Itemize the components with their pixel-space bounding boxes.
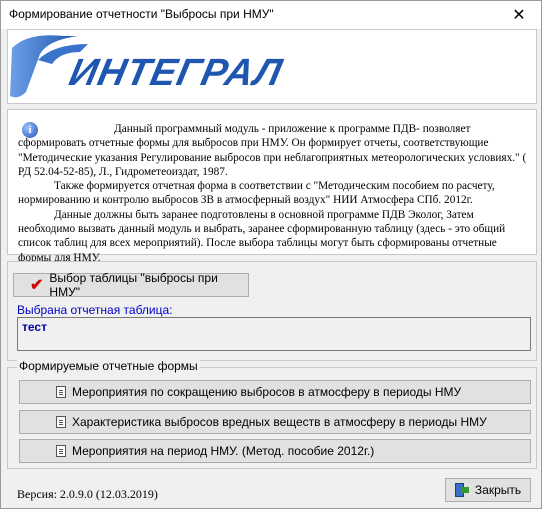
report-button-label: Мероприятия на период НМУ. (Метод. пособ… bbox=[72, 444, 375, 458]
title-bar[interactable]: Формирование отчетности "Выбросы при НМУ… bbox=[1, 1, 541, 29]
selected-table-field: тест bbox=[17, 317, 531, 351]
select-table-button-label: Выбор таблицы "выбросы при НМУ" bbox=[49, 271, 218, 299]
report-period-button[interactable]: Мероприятия на период НМУ. (Метод. пособ… bbox=[19, 439, 531, 463]
description-paragraph: Данные должны быть заранее подготовлены … bbox=[18, 208, 506, 264]
close-window-icon[interactable]: ✕ bbox=[497, 1, 541, 29]
checkmark-icon: ✔ bbox=[30, 277, 44, 294]
document-icon bbox=[56, 416, 66, 428]
description-paragraph: Также формируется отчетная форма в соотв… bbox=[18, 180, 495, 207]
document-icon bbox=[56, 386, 66, 398]
close-button[interactable]: Закрыть bbox=[445, 478, 531, 502]
version-label: Версия: 2.0.9.0 (12.03.2019) bbox=[17, 487, 158, 501]
description-text: Данный программный модуль - приложение к… bbox=[18, 122, 528, 265]
info-icon: i bbox=[22, 122, 38, 138]
report-forms-caption: Формируемые отчетные формы bbox=[17, 359, 200, 373]
main-window: Формирование отчетности "Выбросы при НМУ… bbox=[0, 0, 542, 509]
report-measures-button[interactable]: Мероприятия по сокращению выбросов в атм… bbox=[19, 380, 531, 404]
window-title: Формирование отчетности "Выбросы при НМУ… bbox=[9, 7, 274, 21]
selected-table-label: Выбрана отчетная таблица: bbox=[17, 303, 173, 317]
logo-text: ИНТЕГРАЛ bbox=[65, 52, 287, 94]
close-button-label: Закрыть bbox=[474, 483, 522, 497]
exit-icon bbox=[454, 483, 469, 497]
description-paragraph: Данный программный модуль - приложение к… bbox=[18, 123, 527, 178]
logo-banner: ИНТЕГРАЛ bbox=[7, 29, 537, 104]
select-table-button[interactable]: ✔ Выбор таблицы "выбросы при НМУ" bbox=[13, 271, 249, 299]
description-box: Данный программный модуль - приложение к… bbox=[7, 109, 537, 264]
report-button-label: Мероприятия по сокращению выбросов в атм… bbox=[72, 385, 462, 399]
document-icon bbox=[56, 445, 66, 457]
report-emissions-button[interactable]: Характеристика выбросов вредных веществ … bbox=[19, 410, 531, 434]
report-button-label: Характеристика выбросов вредных веществ … bbox=[72, 415, 487, 429]
